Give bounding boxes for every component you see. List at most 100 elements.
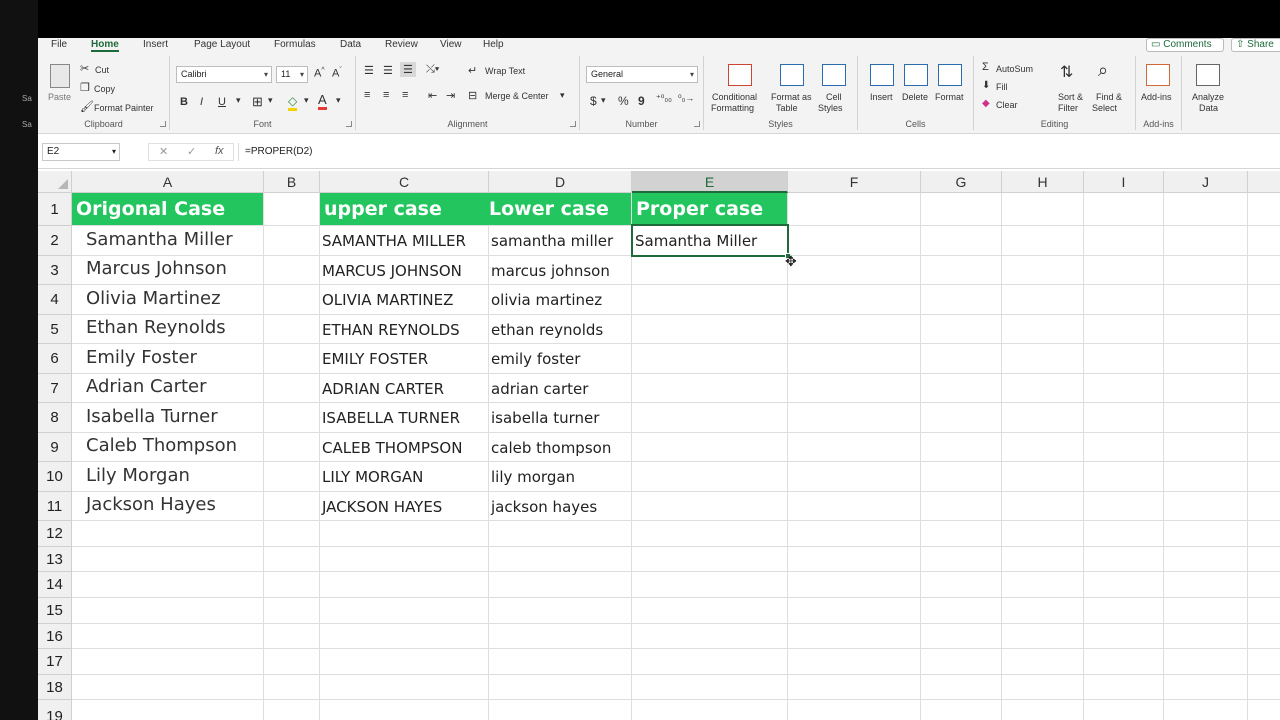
active-cell-e2[interactable]: Samantha Miller xyxy=(631,224,789,257)
font-size-select[interactable]: 11 ▾ xyxy=(276,66,308,83)
cell-upper[interactable]: LILY MORGAN xyxy=(322,468,423,486)
row-header-5[interactable]: 5 xyxy=(38,315,72,344)
tab-insert[interactable]: Insert xyxy=(143,38,168,52)
font-name-select[interactable]: Calibri ▾ xyxy=(176,66,272,83)
align-left-icon[interactable]: ≡ xyxy=(364,89,370,101)
find-select-line1[interactable]: Find & xyxy=(1096,92,1122,102)
font-launcher-icon[interactable] xyxy=(346,121,352,127)
number-launcher-icon[interactable] xyxy=(694,121,700,127)
cell-lower[interactable]: samantha miller xyxy=(491,232,613,250)
cell-upper[interactable]: ADRIAN CARTER xyxy=(322,380,444,398)
cell-lower[interactable]: isabella turner xyxy=(491,409,599,427)
cell-lower[interactable]: lily morgan xyxy=(491,468,575,486)
clear-button[interactable]: Clear xyxy=(996,100,1018,110)
comma-button[interactable]: 9 xyxy=(638,94,645,108)
cell-styles-line1[interactable]: Cell xyxy=(826,92,842,102)
fill-color-icon[interactable]: ◇ xyxy=(288,94,298,111)
cell-upper[interactable]: CALEB THOMPSON xyxy=(322,439,462,457)
cell-upper[interactable]: OLIVIA MARTINEZ xyxy=(322,291,453,309)
row-header-2[interactable]: 2 xyxy=(38,226,72,256)
underline-button[interactable]: U xyxy=(218,96,226,108)
insert-cells-button[interactable]: Insert xyxy=(870,92,893,102)
clipboard-launcher-icon[interactable] xyxy=(160,121,166,127)
sort-filter-line1[interactable]: Sort & xyxy=(1058,92,1083,102)
column-header-f[interactable]: F xyxy=(788,171,921,193)
tab-help[interactable]: Help xyxy=(483,38,504,52)
header-cell-proper[interactable]: Proper case xyxy=(632,193,787,225)
analyze-data-line2[interactable]: Data xyxy=(1199,103,1218,113)
column-header-j[interactable]: J xyxy=(1164,171,1248,193)
chevron-down-icon[interactable]: ▾ xyxy=(268,95,273,106)
cell-lower[interactable]: caleb thompson xyxy=(491,439,611,457)
column-header-e[interactable]: E xyxy=(632,171,788,193)
row-header-4[interactable]: 4 xyxy=(38,285,72,315)
percent-button[interactable]: % xyxy=(618,94,629,108)
tab-formulas[interactable]: Formulas xyxy=(274,38,316,52)
conditional-formatting-line1[interactable]: Conditional xyxy=(712,92,757,102)
chevron-down-icon[interactable]: ▾ xyxy=(236,95,241,106)
chevron-down-icon[interactable]: ▾ xyxy=(601,95,606,106)
cancel-icon[interactable]: ✕ xyxy=(159,145,168,158)
cell-upper[interactable]: SAMANTHA MILLER xyxy=(322,232,466,250)
row-header-6[interactable]: 6 xyxy=(38,344,72,374)
cell-original[interactable]: Jackson Hayes xyxy=(86,494,216,515)
column-header-h[interactable]: H xyxy=(1002,171,1084,193)
column-header-g[interactable]: G xyxy=(921,171,1002,193)
cell-lower[interactable]: emily foster xyxy=(491,350,580,368)
row-header-10[interactable]: 10 xyxy=(38,462,72,492)
row-header-15[interactable]: 15 xyxy=(38,598,72,624)
cell-original[interactable]: Olivia Martinez xyxy=(86,288,221,309)
column-header-i[interactable]: I xyxy=(1084,171,1164,193)
header-cell-original[interactable]: Origonal Case xyxy=(72,193,263,225)
name-box[interactable]: E2 ▾ xyxy=(42,143,120,161)
cell-original[interactable]: Isabella Turner xyxy=(86,406,218,427)
cell-lower[interactable]: marcus johnson xyxy=(491,262,610,280)
autosum-button[interactable]: AutoSum xyxy=(996,64,1033,74)
column-header-next[interactable] xyxy=(1248,171,1280,193)
formula-input[interactable]: =PROPER(D2) xyxy=(238,143,1280,161)
tab-data[interactable]: Data xyxy=(340,38,361,52)
copy-button[interactable]: Copy xyxy=(94,84,115,94)
cell-upper[interactable]: ETHAN REYNOLDS xyxy=(322,321,460,339)
cell-styles-line2[interactable]: Styles xyxy=(818,103,843,113)
currency-button[interactable]: $ xyxy=(590,94,597,108)
italic-button[interactable]: I xyxy=(200,96,203,108)
row-header-3[interactable]: 3 xyxy=(38,256,72,285)
comments-button[interactable]: ▭ Comments xyxy=(1146,38,1224,52)
paste-button[interactable]: Paste xyxy=(48,62,72,106)
cell-upper[interactable]: ISABELLA TURNER xyxy=(322,409,460,427)
row-header-17[interactable]: 17 xyxy=(38,649,72,675)
column-header-c[interactable]: C xyxy=(320,171,489,193)
decrease-decimal-icon[interactable]: ⁰₀→ xyxy=(678,93,694,104)
cell-lower[interactable]: olivia martinez xyxy=(491,291,602,309)
chevron-down-icon[interactable]: ▾ xyxy=(304,95,309,106)
insert-function-icon[interactable]: fx xyxy=(215,145,224,157)
cell-upper[interactable]: EMILY FOSTER xyxy=(322,350,428,368)
row-header-19[interactable]: 19 xyxy=(38,700,72,720)
addins-button[interactable]: Add-ins xyxy=(1141,92,1172,102)
conditional-formatting-line2[interactable]: Formatting xyxy=(711,103,754,113)
bold-button[interactable]: B xyxy=(180,96,188,108)
decrease-indent-icon[interactable]: ⇤ xyxy=(428,89,437,102)
header-cell-upper[interactable]: upper case Lower case xyxy=(320,193,631,225)
fill-button[interactable]: Fill xyxy=(996,82,1008,92)
top-align-icon[interactable]: ☰ xyxy=(364,64,374,77)
row-header-11[interactable]: 11 xyxy=(38,492,72,521)
row-header-12[interactable]: 12 xyxy=(38,521,72,547)
format-painter-button[interactable]: Format Painter xyxy=(94,103,154,113)
tab-review[interactable]: Review xyxy=(385,38,418,52)
row-header-1[interactable]: 1 xyxy=(38,193,72,226)
cell-original[interactable]: Adrian Carter xyxy=(86,376,207,397)
column-header-d[interactable]: D xyxy=(489,171,632,193)
cell-upper[interactable]: JACKSON HAYES xyxy=(322,498,442,516)
number-format-select[interactable]: General ▾ xyxy=(586,66,698,83)
row-header-14[interactable]: 14 xyxy=(38,572,72,598)
cell-original[interactable]: Marcus Johnson xyxy=(86,258,227,279)
row-header-7[interactable]: 7 xyxy=(38,374,72,403)
cell-original[interactable]: Ethan Reynolds xyxy=(86,317,226,338)
cell-original[interactable]: Lily Morgan xyxy=(86,465,190,486)
delete-cells-button[interactable]: Delete xyxy=(902,92,928,102)
sort-filter-line2[interactable]: Filter xyxy=(1058,103,1078,113)
orientation-icon[interactable]: ⤯▾ xyxy=(426,63,439,76)
find-select-line2[interactable]: Select xyxy=(1092,103,1117,113)
